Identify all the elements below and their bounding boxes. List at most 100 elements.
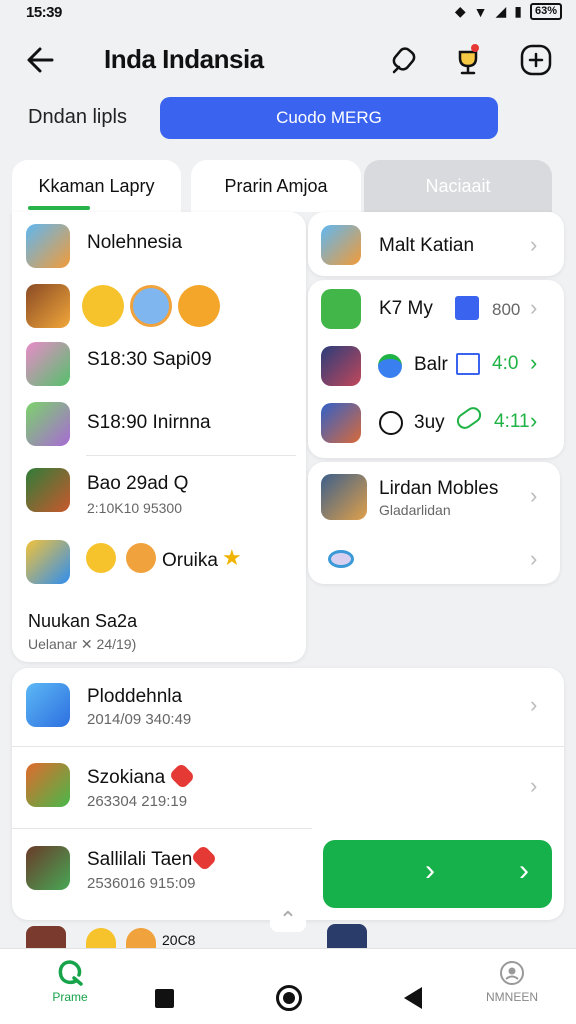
active-tab-indicator <box>28 206 90 210</box>
row-title: Malt Katian <box>379 235 475 256</box>
clock-icon <box>379 411 403 435</box>
sim-icon: ▮ <box>514 3 522 19</box>
app-header: Inda Indansia <box>0 30 576 90</box>
bottom-nav: Prame NMNEEN <box>0 948 576 1024</box>
app-icon-game[interactable] <box>321 289 361 329</box>
signal-icon: ◢ <box>495 3 507 19</box>
smiley-icon <box>130 285 172 327</box>
trophy-icon[interactable] <box>450 42 486 78</box>
star-icon: ★ <box>222 545 242 570</box>
row-subtitle: 263304 219:19 <box>87 793 188 810</box>
chevron-right-icon[interactable]: › <box>530 692 537 718</box>
recents-icon[interactable] <box>155 989 174 1008</box>
app-icon-character[interactable] <box>26 284 70 328</box>
page-title: Inda Indansia <box>104 44 264 74</box>
app-icon-game <box>321 225 361 265</box>
smiley-icon <box>178 285 220 327</box>
row-title: Szokiana <box>87 767 166 788</box>
divider <box>12 746 564 747</box>
row-title: Balr <box>414 354 448 375</box>
tab-first[interactable]: Kkaman Lapry <box>12 160 181 212</box>
row-title: S18:30 Sapi09 <box>87 349 212 370</box>
continue-button[interactable]: › › <box>323 840 552 908</box>
nav-label: Prame <box>52 990 88 1004</box>
tab-label: Prarin Amjoa <box>224 175 328 196</box>
divider <box>12 828 312 829</box>
back-triangle-icon[interactable] <box>404 987 422 1009</box>
row-value: 4:0 <box>492 353 519 374</box>
row-value: 800 <box>492 300 521 319</box>
smiley-icon <box>86 543 116 573</box>
app-icon-game[interactable] <box>26 402 70 446</box>
scroll-up-icon[interactable]: ⌃ <box>270 908 306 932</box>
back-arrow-icon[interactable] <box>22 40 62 80</box>
status-time: 15:39 <box>26 4 62 21</box>
home-leaf-icon <box>58 960 83 986</box>
tab-second[interactable]: Prarin Amjoa <box>191 160 361 212</box>
nav-item-profile[interactable]: NMNEEN <box>480 959 544 1004</box>
add-icon[interactable] <box>518 42 554 78</box>
row-title: 3uy <box>414 412 445 433</box>
app-icon-game[interactable] <box>26 763 70 807</box>
row-title: Sallilali Taen <box>87 849 193 870</box>
chevron-right-icon[interactable]: › <box>530 483 537 509</box>
primary-button[interactable]: Cuodo MERG <box>160 97 498 139</box>
chevron-right-icon: › <box>425 854 435 887</box>
row-subtitle: 2:10K10 95300 <box>87 500 182 516</box>
home-button-icon[interactable] <box>276 985 302 1011</box>
divider <box>86 455 296 456</box>
row-title: Oruika <box>162 550 218 571</box>
footer-title: Nuukan Sa2a <box>28 611 138 631</box>
row-title: S18:90 Inirnna <box>87 412 211 433</box>
app-icon-game[interactable] <box>321 474 367 520</box>
smiley-icon <box>86 928 116 948</box>
nav-item-home[interactable]: Prame <box>40 959 100 1004</box>
app-icon-game[interactable] <box>321 403 361 443</box>
tab-third[interactable]: Naciaait <box>364 160 552 212</box>
tab-label: Naciaait <box>425 175 491 196</box>
chevron-right-icon[interactable]: › <box>530 350 537 376</box>
nav-label: NMNEEN <box>485 990 538 1004</box>
alarm-icon: ◆ <box>454 3 466 19</box>
smiley-icon <box>82 285 124 327</box>
smiley-icon <box>126 543 156 573</box>
chart-icon <box>378 354 402 378</box>
row-title: Nolehnesia <box>87 232 183 253</box>
row-subtitle: 2536016 915:09 <box>87 875 196 892</box>
tab-label: Kkaman Lapry <box>38 175 155 196</box>
row-title: K7 My <box>379 298 433 319</box>
app-icon-game[interactable] <box>321 346 361 386</box>
profile-icon <box>500 961 524 985</box>
image-icon <box>455 296 479 320</box>
app-icon-game[interactable] <box>26 468 70 512</box>
row-value: 4:11 <box>494 411 530 432</box>
footer-subtitle: Uelanar ✕ 24/19) <box>28 636 137 652</box>
calendar-icon <box>456 353 480 375</box>
chevron-right-icon[interactable]: › <box>530 408 537 434</box>
row-title: 20C8 <box>162 932 196 948</box>
row-title: Bao 29ad Q <box>87 473 189 494</box>
wifi-icon: ▼ <box>473 3 488 20</box>
app-icon-game[interactable] <box>26 540 70 584</box>
app-icon-game[interactable] <box>26 846 70 890</box>
app-icon-game[interactable] <box>26 224 70 268</box>
status-icons: ◆ ▼ ◢ ▮ 63% <box>455 3 562 20</box>
sub-label: Dndan lipls <box>28 106 127 128</box>
smiley-icon <box>126 928 156 948</box>
app-icon-game[interactable] <box>26 342 70 386</box>
row-subtitle: Gladarlidan <box>379 502 451 518</box>
row-title: Lirdan Mobles <box>379 478 499 499</box>
chevron-right-icon: › <box>530 232 538 257</box>
app-icon-game[interactable] <box>26 926 66 948</box>
row-title: Ploddehnla <box>87 686 183 707</box>
chevron-right-icon[interactable]: › <box>530 546 537 572</box>
battery-indicator: 63% <box>529 3 562 20</box>
app-icon-game[interactable] <box>327 924 367 948</box>
chevron-right-icon[interactable]: › <box>530 295 537 321</box>
row-subtitle: 2014/09 340:49 <box>87 711 192 728</box>
chevron-right-icon[interactable]: › <box>530 773 537 799</box>
eye-icon <box>328 550 354 568</box>
pin-icon[interactable] <box>386 42 422 78</box>
status-bar: 15:39 ◆ ▼ ◢ ▮ 63% <box>0 0 576 26</box>
app-icon-browser[interactable] <box>26 683 70 727</box>
